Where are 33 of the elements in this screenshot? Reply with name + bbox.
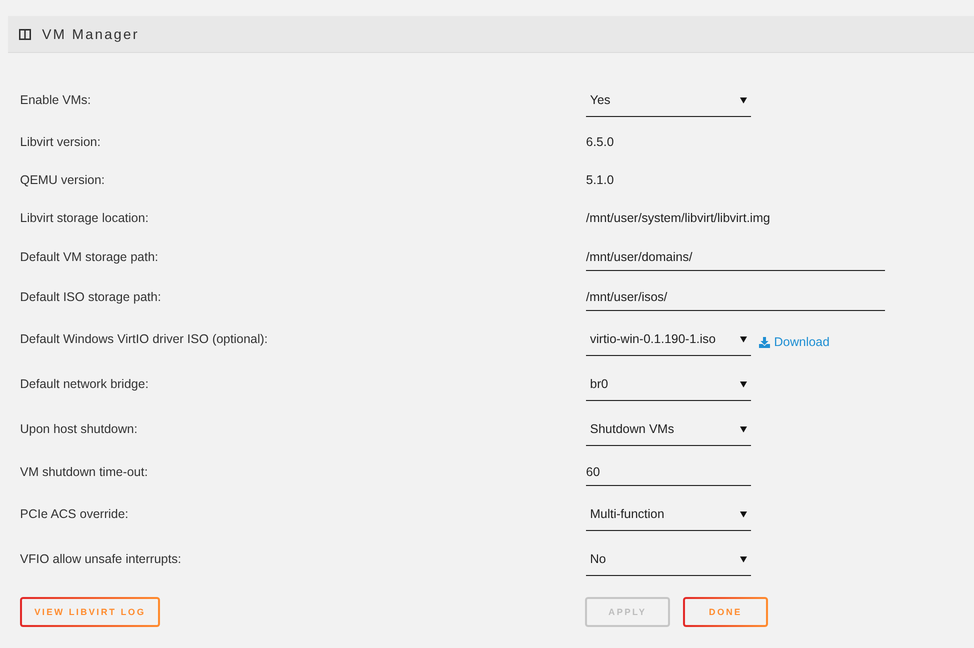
dropdown[interactable]: Shutdown VMs — [586, 414, 751, 446]
dropdown[interactable]: br0 — [586, 368, 751, 400]
dropdown[interactable]: Yes — [586, 84, 751, 116]
setting-label: QEMU version: — [20, 172, 106, 188]
setting-label: Default VM storage path: — [20, 250, 160, 264]
setting-label: Enable VMs: — [20, 93, 92, 108]
setting-value: 5.1.0 — [586, 172, 614, 188]
dropdown[interactable]: Multi-function — [586, 498, 751, 530]
caret-icon — [740, 556, 747, 562]
setting-label: Libvirt storage location: — [20, 210, 150, 226]
caret-icon — [740, 426, 747, 432]
caret-icon — [740, 336, 747, 342]
download-icon — [759, 336, 770, 348]
text-field[interactable]: /mnt/user/isos/ — [586, 283, 885, 311]
setting-label: Upon host shutdown: — [20, 422, 138, 437]
caret-icon — [740, 380, 747, 388]
caret-icon — [740, 510, 747, 518]
setting-value: 6.5.0 — [586, 134, 614, 150]
setting-label: VM shutdown time-out: — [20, 464, 149, 480]
caret-icon — [740, 96, 747, 104]
text-field[interactable]: /mnt/user/domains/ — [586, 243, 885, 271]
dropdown[interactable]: virtio-win-0.1.190-1.iso — [586, 324, 751, 356]
setting-value: /mnt/user/system/libvirt/libvirt.img — [586, 210, 770, 226]
dropdown[interactable]: No — [586, 544, 751, 576]
panel-title: VM Manager — [42, 27, 140, 41]
setting-label: Default Windows VirtIO driver ISO (optional): — [20, 332, 269, 347]
setting-label: PCIe ACS override: — [20, 507, 130, 522]
split-panel-icon — [19, 28, 31, 40]
setting-label: Default network bridge: — [20, 377, 150, 392]
setting-label: Libvirt version: — [20, 134, 102, 150]
setting-label: Default ISO storage path: — [20, 290, 162, 304]
number-field[interactable]: 60 — [586, 458, 751, 486]
setting-label: VFIO allow unsafe interrupts: — [20, 552, 182, 567]
